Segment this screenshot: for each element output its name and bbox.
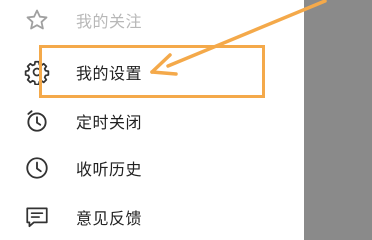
menu-item-label: 我的关注 bbox=[76, 12, 143, 31]
dimmed-content-block bbox=[304, 0, 372, 240]
menu-item-label: 我的设置 bbox=[76, 64, 143, 83]
menu-item-label: 收听历史 bbox=[76, 160, 143, 179]
screen: 我的关注 我的设置 定时关闭 收听历史 意见反馈 bbox=[0, 0, 372, 240]
menu-item-label: 定时关闭 bbox=[76, 113, 143, 132]
menu-item-history[interactable]: 收听历史 bbox=[0, 146, 304, 190]
clock-icon bbox=[24, 155, 50, 181]
star-icon bbox=[24, 7, 50, 33]
message-icon bbox=[24, 204, 50, 230]
menu-item-sleep-timer[interactable]: 定时关闭 bbox=[0, 99, 304, 143]
menu-item-following[interactable]: 我的关注 bbox=[0, 0, 304, 42]
alarm-clock-icon bbox=[24, 108, 50, 134]
navigation-drawer: 我的关注 我的设置 定时关闭 收听历史 意见反馈 bbox=[0, 0, 304, 240]
menu-item-settings[interactable]: 我的设置 bbox=[0, 50, 304, 94]
menu-item-label: 意见反馈 bbox=[76, 209, 143, 228]
menu-item-feedback[interactable]: 意见反馈 bbox=[0, 195, 304, 239]
gear-icon bbox=[24, 59, 50, 85]
